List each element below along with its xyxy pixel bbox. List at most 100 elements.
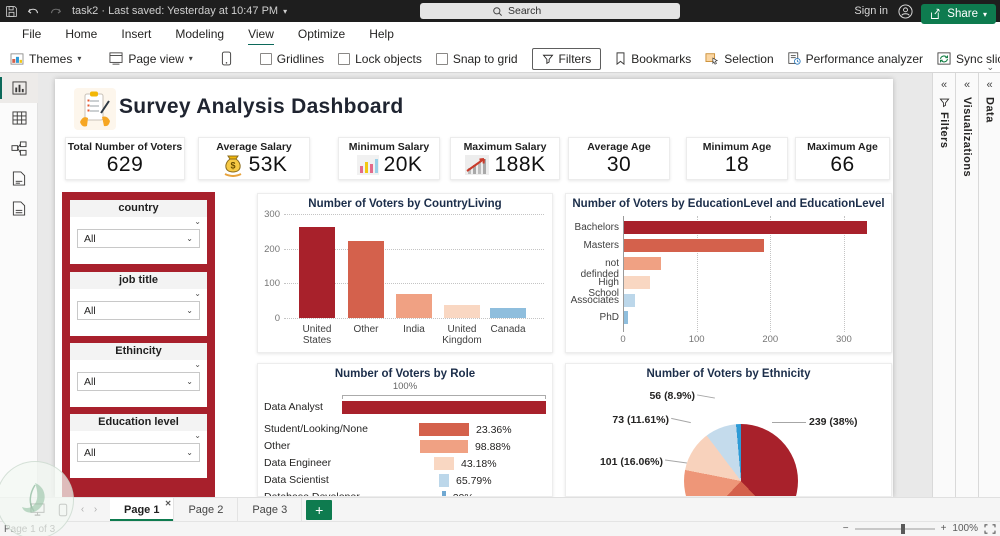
- search-input[interactable]: Search: [420, 3, 680, 19]
- page-tab-1[interactable]: Page 1 ✕: [110, 497, 175, 522]
- slicer-header-chevron-icon[interactable]: ⌄: [194, 431, 201, 440]
- ribbon-collapse-chevron-icon[interactable]: ⌄: [986, 62, 994, 73]
- account-avatar[interactable]: [894, 0, 916, 22]
- ribbon-tab-help[interactable]: Help: [357, 24, 406, 44]
- bar-Associates[interactable]: [624, 294, 636, 307]
- bar-India[interactable]: [396, 293, 432, 318]
- status-bar: Page 1 of 3 − + 100%: [0, 521, 1000, 536]
- visualizations-pane-collapsed[interactable]: « Visualizations: [955, 73, 978, 497]
- ribbon-tab-file[interactable]: File: [10, 24, 53, 44]
- slicer-dropdown[interactable]: All ⌄: [77, 301, 200, 320]
- undo-icon[interactable]: [22, 0, 44, 22]
- sign-in-button[interactable]: Sign in: [854, 5, 888, 17]
- ribbon-tab-optimize[interactable]: Optimize: [286, 24, 357, 44]
- selection-button[interactable]: Selection: [705, 52, 774, 66]
- pie-slice-label: 101 (16.06%): [599, 456, 663, 468]
- funnel-value-label: 23.36%: [475, 424, 512, 436]
- expand-chevron-icon[interactable]: «: [964, 79, 970, 91]
- slicer-selected-value: All: [84, 446, 96, 459]
- save-icon[interactable]: [0, 0, 22, 22]
- data-pane-collapsed[interactable]: « Data: [978, 73, 1000, 497]
- add-page-button[interactable]: +: [306, 499, 333, 520]
- close-tab-icon[interactable]: ✕: [165, 499, 172, 508]
- bookmark-icon: [616, 52, 625, 65]
- slicer-dropdown[interactable]: All ⌄: [77, 443, 200, 462]
- pie-leader-line: [671, 417, 691, 424]
- page-tab-label: Page 3: [252, 503, 288, 516]
- bar-High-School[interactable]: [624, 276, 650, 289]
- ribbon-tabs: File Home Insert Modeling View Optimize Help: [0, 22, 1000, 46]
- expand-chevron-icon[interactable]: «: [986, 79, 992, 91]
- document-title[interactable]: task2 · Last saved: Yesterday at 10:47 P…: [72, 5, 278, 17]
- page-tab-label: Page 1: [124, 503, 160, 516]
- tmdl-view-icon: [12, 200, 26, 216]
- next-page-arrow-icon[interactable]: ›: [89, 504, 102, 515]
- themes-dropdown[interactable]: Themes ▾: [10, 52, 81, 66]
- report-view-icon: [12, 81, 26, 95]
- checkbox-icon: [259, 52, 272, 65]
- zoom-in-button[interactable]: +: [941, 523, 947, 534]
- ribbon-tab-insert[interactable]: Insert: [109, 24, 163, 44]
- share-button[interactable]: Share ▾: [921, 4, 996, 24]
- y-axis-tick: 300: [264, 209, 280, 220]
- slicer-dropdown[interactable]: All ⌄: [77, 372, 200, 391]
- table-view-button[interactable]: [0, 103, 38, 133]
- page-tab-2[interactable]: Page 2: [174, 497, 239, 522]
- kpi-card: Average Salary $53K: [198, 137, 310, 180]
- page-tab-bar: ‹ › Page 1 ✕ Page 2 Page 3 +: [0, 497, 1000, 522]
- ribbon-tab-view[interactable]: View: [236, 24, 286, 46]
- report-view-button[interactable]: [0, 73, 38, 103]
- zoom-slider-handle[interactable]: [900, 523, 905, 534]
- bar-United-Kingdom[interactable]: [444, 304, 480, 318]
- redo-icon[interactable]: [44, 0, 66, 22]
- selection-icon: [705, 53, 719, 65]
- slicer-header-chevron-icon[interactable]: ⌄: [194, 217, 201, 226]
- kpi-card-value: 30: [606, 152, 632, 176]
- bar-PhD[interactable]: [624, 311, 628, 324]
- page-view-dropdown[interactable]: Page view ▾: [109, 52, 193, 66]
- title-caret-icon[interactable]: ▾: [283, 7, 287, 16]
- mobile-layout-icon[interactable]: [50, 498, 76, 522]
- filters-pane-label: Filters: [938, 112, 950, 149]
- zoom-slider[interactable]: [854, 523, 935, 534]
- slicer-header-chevron-icon[interactable]: ⌄: [194, 360, 201, 369]
- ribbon-tab-home[interactable]: Home: [53, 24, 109, 44]
- filters-pane-collapsed[interactable]: « Filters: [932, 73, 955, 497]
- funnel-bar-Data-Analyst[interactable]: [342, 401, 546, 414]
- tmdl-view-button[interactable]: [0, 193, 38, 223]
- gridlines-checkbox[interactable]: Gridlines: [259, 52, 324, 66]
- zoom-control: − + 100%: [843, 523, 996, 534]
- page-tab-3[interactable]: Page 3: [238, 497, 303, 522]
- funnel-chart-role: Number of Voters by Role 100% Data Analys…: [257, 363, 553, 497]
- bar-Masters[interactable]: [624, 239, 764, 252]
- bar-Bachelors[interactable]: [624, 221, 867, 234]
- slicer-dropdown[interactable]: All ⌄: [77, 229, 200, 248]
- ribbon-tab-modeling[interactable]: Modeling: [163, 24, 236, 44]
- funnel-bar-Data-Engineer[interactable]: [434, 457, 454, 470]
- prev-page-arrow-icon[interactable]: ‹: [76, 504, 89, 515]
- expand-chevron-icon[interactable]: «: [941, 79, 947, 91]
- snap-to-grid-checkbox[interactable]: Snap to grid: [435, 52, 518, 66]
- desktop-layout-icon[interactable]: [24, 498, 50, 522]
- slicer-Ethincity: Ethincity ⌄ All ⌄: [70, 343, 207, 407]
- zoom-out-button[interactable]: −: [843, 523, 849, 534]
- fit-to-page-icon[interactable]: [984, 523, 996, 534]
- bar-United-States[interactable]: [299, 226, 335, 318]
- bar-Canada[interactable]: [490, 307, 526, 318]
- funnel-bar-Student-Looking-None[interactable]: [419, 423, 469, 436]
- slicer-header-chevron-icon[interactable]: ⌄: [194, 289, 201, 298]
- funnel-category-label: Other: [264, 440, 291, 452]
- bar-not-definded[interactable]: [624, 257, 661, 270]
- funnel-bar-Other[interactable]: [420, 440, 468, 453]
- performance-analyzer-button[interactable]: Performance analyzer: [788, 52, 923, 66]
- pie[interactable]: [684, 424, 798, 496]
- funnel-bar-Data-Scientist[interactable]: [439, 474, 449, 487]
- mobile-layout-button[interactable]: [221, 51, 232, 66]
- filters-toggle-button[interactable]: Filters: [531, 47, 602, 70]
- bar-Other[interactable]: [348, 241, 384, 318]
- model-view-button[interactable]: [0, 133, 38, 163]
- dax-query-view-button[interactable]: [0, 163, 38, 193]
- bookmarks-button[interactable]: Bookmarks: [615, 52, 691, 66]
- lock-objects-checkbox[interactable]: Lock objects: [338, 52, 422, 66]
- x-axis-category-label: Other: [353, 324, 379, 335]
